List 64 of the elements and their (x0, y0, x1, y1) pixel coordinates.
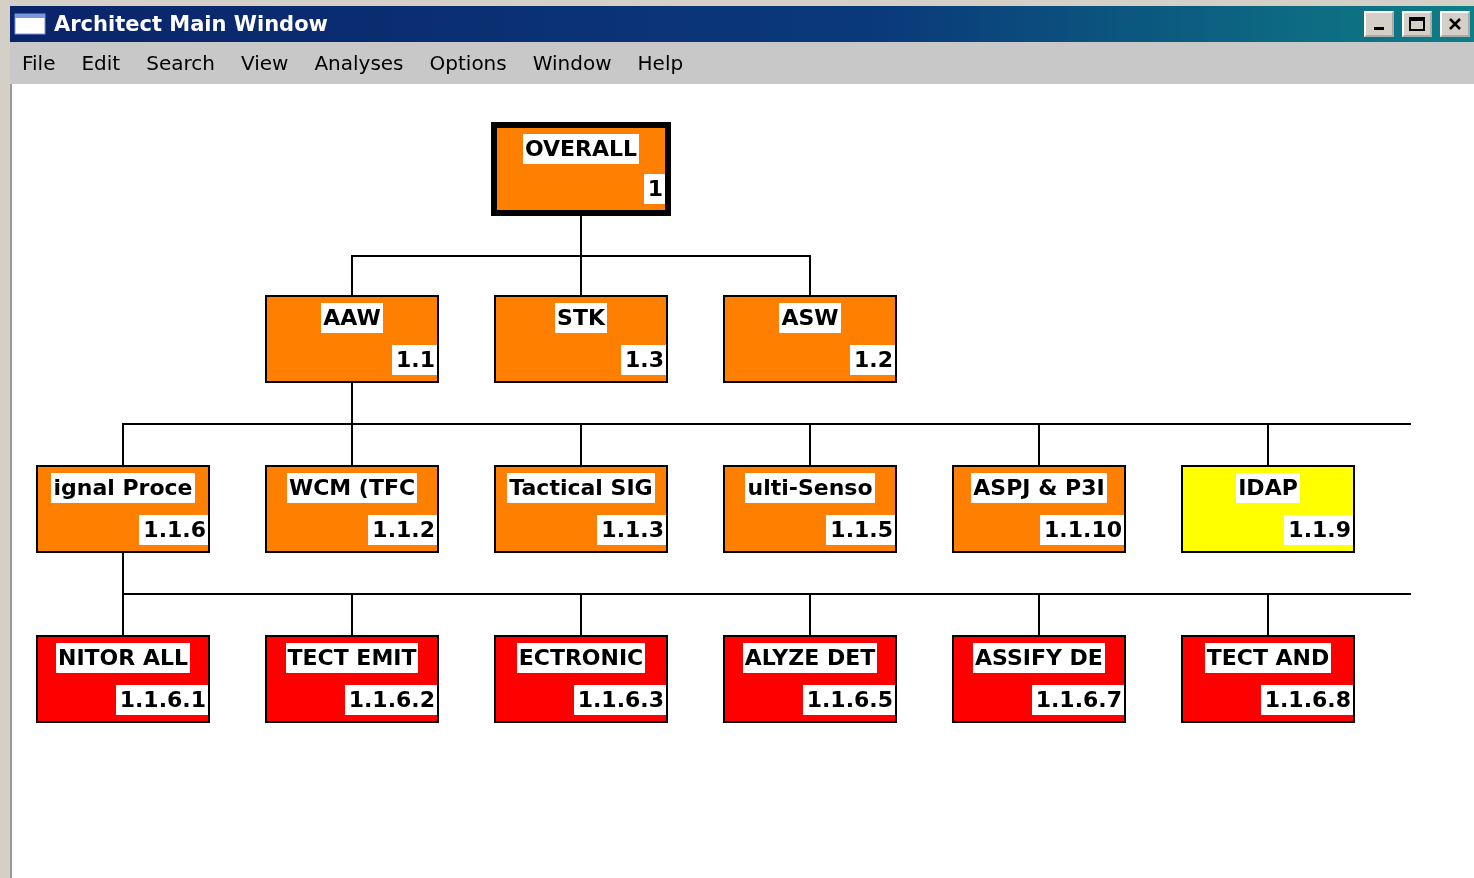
diagram-node[interactable]: OVERALL 1 (491, 122, 671, 216)
node-number: 1.1.6.2 (344, 685, 437, 715)
node-label: STK (555, 303, 607, 333)
node-label: ECTRONIC (516, 643, 646, 673)
menu-item[interactable]: Window (532, 51, 612, 75)
window-title: Architect Main Window (54, 12, 329, 36)
node-number: 1.1.10 (1040, 515, 1124, 545)
diagram-node[interactable]: TECT EMIT 1.1.6.2 (265, 635, 439, 723)
diagram-node[interactable]: ulti-Senso 1.1.5 (723, 465, 897, 553)
node-label: ulti-Senso (745, 473, 875, 503)
menu-item[interactable]: View (240, 51, 289, 75)
maximize-icon (1409, 17, 1425, 31)
diagram-node[interactable]: TECT AND 1.1.6.8 (1181, 635, 1355, 723)
node-number: 1.1.6 (139, 515, 208, 545)
diagram-node[interactable]: ECTRONIC 1.1.6.3 (494, 635, 668, 723)
node-label: AAW (321, 303, 383, 333)
menu-item[interactable]: Search (146, 51, 215, 75)
node-number: 1.1.9 (1284, 515, 1353, 545)
diagram-node[interactable]: ignal Proce 1.1.6 (36, 465, 210, 553)
node-number: 1.1.5 (826, 515, 895, 545)
diagram-node[interactable]: ALYZE DET 1.1.6.5 (723, 635, 897, 723)
minimize-button[interactable] (1364, 11, 1394, 37)
diagram-node[interactable]: STK 1.3 (494, 295, 668, 383)
diagram-node[interactable]: Tactical SIG 1.1.3 (494, 465, 668, 553)
diagram-node[interactable]: NITOR ALL 1.1.6.1 (36, 635, 210, 723)
node-number: 1.1.3 (597, 515, 666, 545)
diagram-node[interactable]: ASSIFY DE 1.1.6.7 (952, 635, 1126, 723)
node-label: ASPJ & P3I (971, 473, 1107, 503)
node-label: TECT EMIT (285, 643, 419, 673)
node-label: ignal Proce (51, 473, 195, 503)
node-number: 1.1.6.7 (1031, 685, 1124, 715)
close-button[interactable] (1440, 11, 1470, 37)
minimize-icon (1374, 27, 1384, 30)
node-label: TECT AND (1204, 643, 1332, 673)
node-number: 1.1.6.5 (802, 685, 895, 715)
node-number: 1.1 (392, 345, 437, 375)
menu-item[interactable]: Options (429, 51, 507, 75)
node-number: 1.3 (621, 345, 666, 375)
node-label: ASW (779, 303, 841, 333)
window-icon (14, 13, 46, 35)
diagram-node[interactable]: ASW 1.2 (723, 295, 897, 383)
close-icon (1448, 17, 1462, 31)
node-number: 1.1.6.8 (1260, 685, 1353, 715)
menu-item[interactable]: File (22, 51, 56, 75)
diagram-node[interactable]: AAW 1.1 (265, 295, 439, 383)
node-label: ALYZE DET (742, 643, 878, 673)
menu-item[interactable]: Edit (81, 51, 121, 75)
diagram-node[interactable]: WCM (TFC 1.1.2 (265, 465, 439, 553)
node-number: 1.1.2 (368, 515, 437, 545)
menu-item[interactable]: Analyses (314, 51, 404, 75)
menu-item[interactable]: Help (637, 51, 684, 75)
node-label: IDAP (1236, 473, 1300, 503)
node-label: NITOR ALL (56, 643, 190, 673)
node-label: WCM (TFC (286, 473, 418, 503)
node-number: 1.2 (850, 345, 895, 375)
node-number: 1 (643, 174, 665, 204)
node-label: ASSIFY DE (973, 643, 1105, 673)
node-label: OVERALL (522, 134, 640, 164)
node-label: Tactical SIG (507, 473, 655, 503)
node-number: 1.1.6.1 (115, 685, 208, 715)
node-number: 1.1.6.3 (573, 685, 666, 715)
maximize-button[interactable] (1402, 11, 1432, 37)
diagram-node[interactable]: IDAP 1.1.9 (1181, 465, 1355, 553)
diagram-node[interactable]: ASPJ & P3I 1.1.10 (952, 465, 1126, 553)
